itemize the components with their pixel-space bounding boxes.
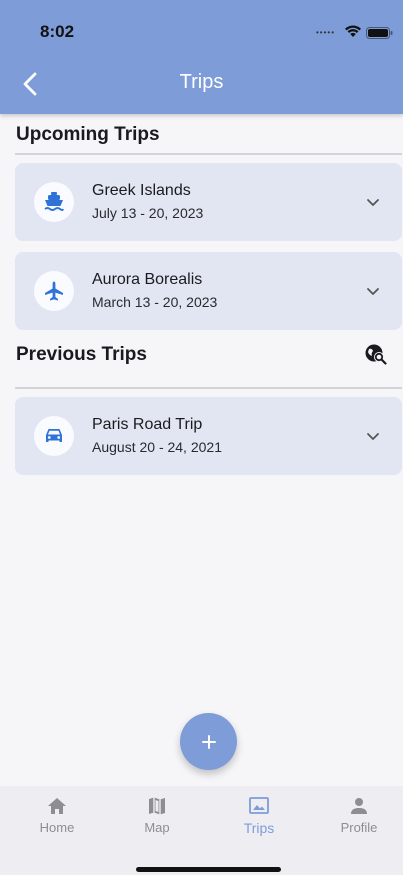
wifi-icon [345, 25, 361, 37]
home-icon [48, 798, 66, 814]
airplane-icon [45, 281, 63, 301]
plus-icon [201, 734, 216, 749]
upcoming-heading: Upcoming Trips [16, 124, 160, 145]
home-indicator [136, 867, 281, 872]
trip-avatar [34, 416, 74, 456]
trip-avatar [34, 182, 74, 222]
ship-icon [44, 192, 64, 211]
photo-icon [249, 797, 269, 814]
bottom-navigation: Home Map Trips Profile [0, 786, 403, 875]
signal-icon: ••••• [316, 28, 336, 37]
previous-heading: Previous Trips [16, 344, 147, 365]
status-bar: 8:02 ••••• [0, 0, 403, 60]
trip-name: Paris Road Trip [92, 416, 203, 433]
chevron-down-icon[interactable] [366, 195, 380, 209]
previous-divider [15, 387, 402, 389]
trip-name: Greek Islands [92, 182, 191, 199]
trip-name: Aurora Borealis [92, 271, 203, 288]
nav-label: Trips [243, 820, 275, 836]
trip-dates: March 13 - 20, 2023 [92, 294, 218, 310]
battery-icon [366, 27, 393, 39]
chevron-down-icon[interactable] [366, 284, 380, 298]
add-trip-button[interactable] [180, 713, 237, 770]
nav-label: Home [39, 820, 75, 835]
map-icon [149, 797, 165, 815]
nav-profile[interactable]: Profile [319, 796, 399, 835]
app-bar: 8:02 ••••• Trips [0, 0, 403, 114]
nav-trips[interactable]: Trips [219, 796, 299, 836]
car-icon [46, 429, 62, 442]
travel-explore-icon[interactable] [364, 342, 388, 366]
person-icon [351, 798, 367, 814]
status-time: 8:02 [40, 22, 75, 41]
trip-card-paris-road-trip[interactable]: Paris Road Trip August 20 - 24, 2021 [15, 397, 402, 475]
page-title: Trips [179, 71, 224, 93]
trip-dates: August 20 - 24, 2021 [92, 439, 222, 455]
trip-card-aurora-borealis[interactable]: Aurora Borealis March 13 - 20, 2023 [15, 252, 402, 330]
chevron-down-icon[interactable] [366, 429, 380, 443]
trip-dates: July 13 - 20, 2023 [92, 205, 204, 221]
nav-label: Map [144, 820, 170, 835]
upcoming-divider [15, 153, 402, 155]
nav-label: Profile [340, 820, 378, 835]
trip-avatar [34, 271, 74, 311]
trip-card-greek-islands[interactable]: Greek Islands July 13 - 20, 2023 [15, 163, 402, 241]
nav-home[interactable]: Home [17, 796, 97, 835]
nav-map[interactable]: Map [117, 796, 197, 835]
